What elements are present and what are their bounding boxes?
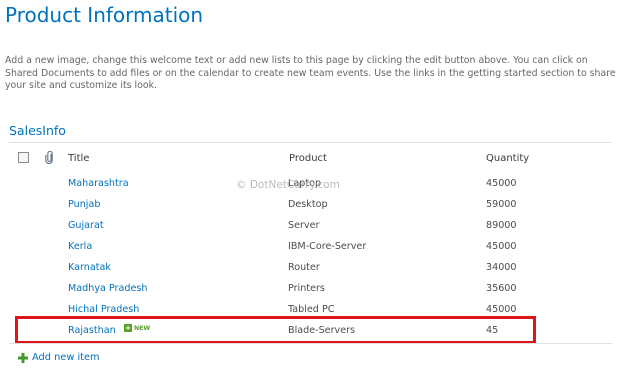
list-bottom-divider [9,343,612,344]
column-header-title[interactable]: Title [68,153,89,164]
add-new-item-label[interactable]: Add new item [32,352,100,363]
row-quantity: 34000 [486,262,517,273]
row-product: Printers [288,283,325,294]
row-quantity: 45000 [486,304,517,315]
table-row: Madhya Pradesh Printers 35600 [9,279,612,300]
highlight-box [15,316,536,344]
row-quantity: 45000 [486,241,517,252]
table-row: Punjab Desktop 59000 [9,195,612,216]
row-quantity: 59000 [486,199,517,210]
page-title: Product Information [5,3,204,27]
row-title-link[interactable]: Hichal Pradesh [68,304,139,315]
row-title-link[interactable]: Madhya Pradesh [68,283,147,294]
column-header-product[interactable]: Product [289,153,327,164]
row-title-link[interactable]: Gujarat [68,220,104,231]
row-quantity: 35600 [486,283,517,294]
row-product: Tabled PC [288,304,335,315]
row-quantity: 89000 [486,220,517,231]
table-row: Gujarat Server 89000 [9,216,612,237]
row-product: IBM-Core-Server [288,241,367,252]
select-all-checkbox[interactable] [18,152,29,163]
row-product: Desktop [288,199,328,210]
row-title-link[interactable]: Kerla [68,241,92,252]
watermark: © DotNetCurry.com [236,179,340,191]
attachment-icon [45,151,53,164]
row-title-link[interactable]: Punjab [68,199,100,210]
table-row: Karnatak Router 34000 [9,258,612,279]
column-header-quantity[interactable]: Quantity [486,153,529,164]
row-title-link[interactable]: Maharashtra [68,178,129,189]
row-quantity: 45000 [486,178,517,189]
list-title-link[interactable]: SalesInfo [9,123,66,138]
row-product: Server [288,220,320,231]
table-row: Kerla IBM-Core-Server 45000 [9,237,612,258]
row-title-link[interactable]: Karnatak [68,262,111,273]
list-title-divider [9,142,612,143]
add-plus-icon [18,353,28,363]
row-product: Router [288,262,320,273]
welcome-text: Add a new image, change this welcome tex… [5,55,616,91]
